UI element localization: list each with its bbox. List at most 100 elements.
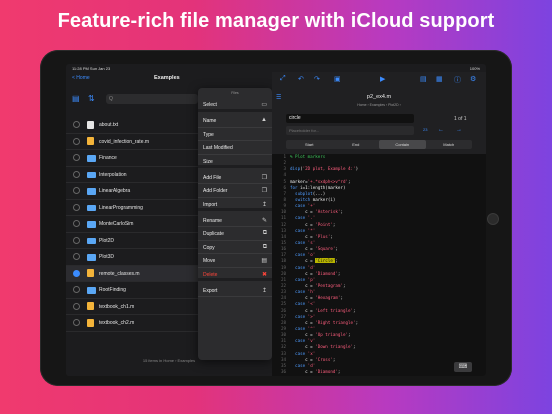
line-content: % Plot markers bbox=[290, 154, 325, 159]
folder-icon bbox=[87, 188, 96, 195]
code-token: ; bbox=[337, 270, 341, 276]
selection-radio[interactable] bbox=[73, 286, 80, 293]
menu-item-label: Duplicate bbox=[203, 231, 224, 237]
settings-icon[interactable]: ⚙ bbox=[470, 75, 476, 83]
menu-item-icon: ⧉ bbox=[262, 230, 267, 236]
menu-item-label: Export bbox=[203, 287, 218, 294]
segment-start[interactable]: Start bbox=[286, 140, 333, 149]
selection-radio[interactable] bbox=[73, 170, 80, 178]
segment-end[interactable]: End bbox=[333, 140, 380, 149]
line-number: 26 bbox=[280, 307, 286, 313]
status-bar: 11:28 PM Sun Jan 23 100% bbox=[66, 64, 486, 72]
menu-item-size[interactable]: Size bbox=[198, 155, 272, 168]
line-content: c = 'Square'; bbox=[290, 246, 338, 251]
sort-icon[interactable]: ⇅ bbox=[88, 94, 95, 103]
code-token: case bbox=[290, 313, 306, 319]
menu-item-last-modified[interactable]: Last Modified bbox=[198, 141, 272, 155]
selection-radio[interactable] bbox=[73, 203, 80, 211]
selection-radio[interactable] bbox=[73, 319, 80, 326]
code-token: switch bbox=[295, 196, 311, 202]
code-editor[interactable]: 1 % Plot markers 2 3 disp('2D plot, Example … bbox=[272, 154, 486, 376]
line-number: 2 bbox=[283, 160, 286, 166]
line-content: c = 'Pentagram'; bbox=[290, 283, 345, 288]
menu-item-copy[interactable]: Copy ⧉ bbox=[198, 241, 272, 254]
code-token: c = bbox=[290, 258, 316, 264]
menu-item-type[interactable]: Type bbox=[198, 128, 272, 141]
line-number: 19 bbox=[280, 264, 286, 270]
replace-input[interactable]: Placeholder for... bbox=[286, 126, 414, 135]
menu-item-add-file[interactable]: Add File ❐ bbox=[198, 171, 272, 184]
find-input[interactable]: circle bbox=[286, 114, 414, 123]
home-back-button[interactable]: < Home bbox=[72, 75, 90, 81]
line-number: 22 bbox=[280, 282, 286, 288]
menu-item-add-folder[interactable]: Add Folder ❐ bbox=[198, 184, 272, 198]
folder-icon bbox=[87, 287, 96, 294]
next-match-icon[interactable]: → bbox=[456, 127, 462, 133]
selection-radio[interactable] bbox=[73, 220, 80, 227]
folder-icon bbox=[87, 221, 96, 228]
folder-icon bbox=[87, 171, 96, 178]
line-number: 29 bbox=[280, 325, 286, 331]
sidebar-toggle-icon[interactable]: ▤ bbox=[72, 94, 80, 103]
code-token: '2D plot, Example 4:' bbox=[302, 166, 356, 172]
menu-item-label: Select bbox=[203, 102, 217, 108]
run-icon[interactable]: ▶ bbox=[380, 75, 385, 83]
search-input[interactable]: Q bbox=[106, 94, 198, 104]
selection-radio[interactable] bbox=[73, 253, 80, 260]
code-token: % Plot markers bbox=[290, 154, 326, 159]
line-content: disp('2D plot, Example 4:') bbox=[290, 166, 358, 171]
file-icon[interactable]: ▦ bbox=[436, 75, 443, 83]
status-time: 11:28 PM Sun Jan 23 bbox=[72, 66, 111, 71]
previous-match-icon[interactable]: ← bbox=[438, 127, 444, 133]
file-name: Plot2D bbox=[99, 237, 115, 244]
selection-radio[interactable] bbox=[73, 187, 80, 194]
menu-item-duplicate[interactable]: Duplicate ⧉ bbox=[198, 227, 272, 241]
code-token: 'd' bbox=[307, 362, 316, 368]
breadcrumb: Home › Examples › Plot2D › bbox=[357, 103, 401, 107]
line-content: c = 'Right triangle'; bbox=[290, 320, 358, 325]
line-number: 15 bbox=[280, 239, 286, 245]
expand-icon[interactable]: ⤢ bbox=[280, 75, 286, 83]
line-content: case 'v' bbox=[290, 338, 315, 343]
code-token: 'Point' bbox=[315, 221, 333, 227]
code-token: subplot bbox=[295, 190, 313, 196]
menu-item-name[interactable]: Name ▲ bbox=[198, 114, 272, 128]
code-token: 'v' bbox=[307, 338, 316, 344]
selection-radio[interactable] bbox=[73, 121, 80, 128]
line-content: c = 'Diamond'; bbox=[290, 369, 340, 374]
selection-radio[interactable] bbox=[73, 137, 80, 145]
selection-radio[interactable] bbox=[73, 236, 80, 244]
save-icon[interactable]: ▣ bbox=[334, 75, 341, 83]
segment-match[interactable]: Match bbox=[426, 140, 473, 149]
menu-item-icon: ↥ bbox=[261, 287, 267, 294]
document-icon[interactable]: ▤ bbox=[420, 75, 427, 83]
line-content: case '+' bbox=[290, 203, 315, 208]
line-number: 5 bbox=[283, 178, 286, 184]
line-content: c = 'Down triangle'; bbox=[290, 344, 355, 349]
code-token: ; bbox=[353, 307, 356, 313]
selection-radio[interactable] bbox=[73, 269, 80, 277]
code-token: case bbox=[290, 239, 306, 245]
keyboard-icon[interactable]: ⌨ bbox=[454, 362, 472, 372]
editor-toolbar: ⤢ ↶ ↷ ▣ ▶ ▤ ▦ ⓘ ⚙ bbox=[272, 72, 486, 86]
code-token: ; bbox=[335, 246, 338, 252]
menu-title: Files bbox=[231, 91, 239, 95]
menu-item-label: Size bbox=[203, 158, 213, 165]
menu-item-delete[interactable]: Delete ✖ bbox=[198, 268, 272, 281]
menu-item-rename[interactable]: Rename ✎ bbox=[198, 214, 272, 227]
selection-radio[interactable] bbox=[73, 302, 80, 310]
menu-item-move[interactable]: Move ▤ bbox=[198, 254, 272, 268]
menu-item-export[interactable]: Export ↥ bbox=[198, 284, 272, 297]
undo-icon[interactable]: ↶ bbox=[298, 75, 304, 83]
line-number: 6 bbox=[283, 184, 286, 190]
selection-radio[interactable] bbox=[73, 154, 80, 161]
help-icon[interactable]: ⓘ bbox=[454, 75, 461, 85]
line-number: 27 bbox=[280, 313, 286, 319]
menu-item-import[interactable]: Import ↥ bbox=[198, 198, 272, 211]
redo-icon[interactable]: ↷ bbox=[314, 75, 320, 83]
segment-contain[interactable]: Contain bbox=[379, 140, 426, 149]
menu-item-label: Add Folder bbox=[203, 188, 228, 194]
line-number: 28 bbox=[280, 319, 286, 325]
menu-item-select[interactable]: Select ▭ bbox=[198, 98, 272, 112]
code-token: 'Pentagram' bbox=[315, 282, 343, 288]
